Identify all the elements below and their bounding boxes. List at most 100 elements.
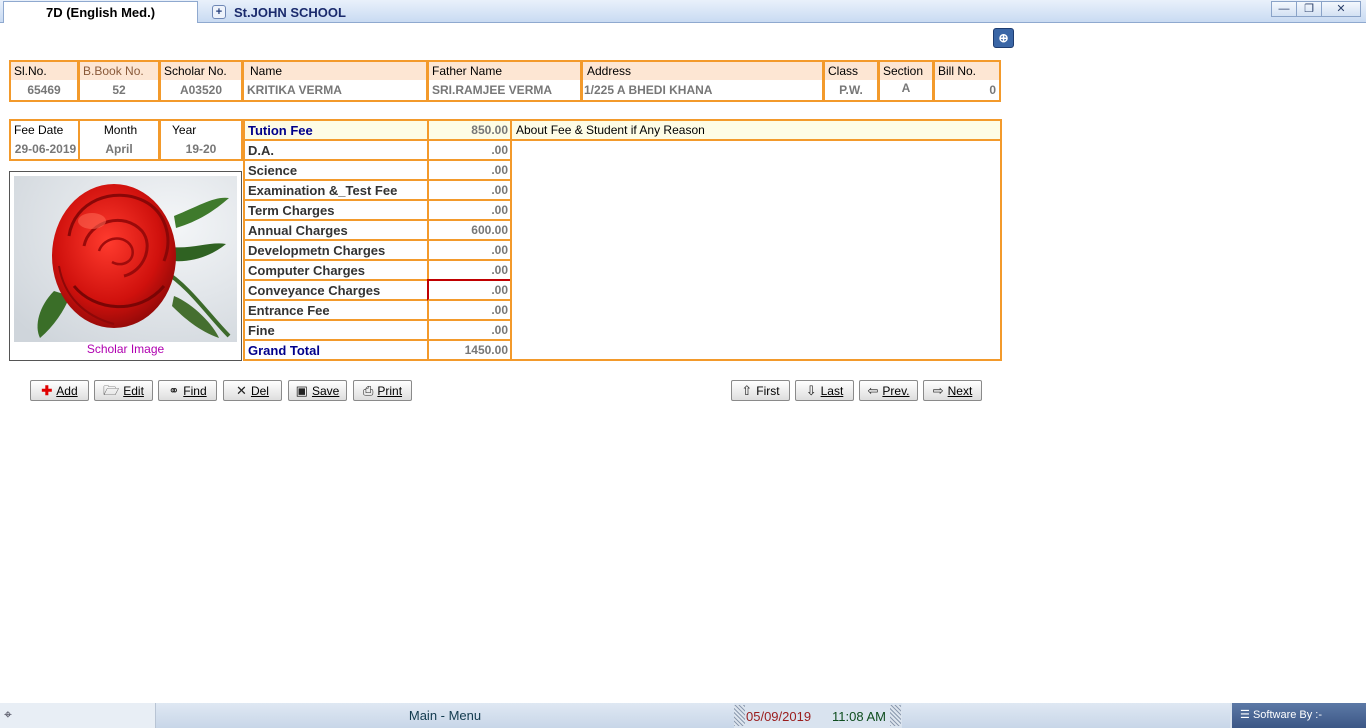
folder-open-icon: 🗁	[103, 383, 120, 398]
arrow-down-icon: ⇩	[805, 383, 817, 398]
rose-photo	[14, 176, 237, 342]
arrow-left-icon: ⇦	[867, 383, 879, 398]
menu-lines-icon: ☰	[1240, 709, 1250, 721]
edit-button[interactable]: 🗁 Edit	[94, 380, 153, 401]
scholar-image-caption: Scholar Image	[86, 342, 165, 356]
fee-label-development-charges: Developmetn Charges	[243, 241, 429, 261]
name-field[interactable]: Name KRITIKA VERMA	[242, 60, 428, 102]
fee-value-examination-test-fee[interactable]: .00	[427, 181, 512, 201]
fee-date-field[interactable]: Fee Date 29-06-2019	[9, 119, 80, 161]
close-button[interactable]: ✕	[1321, 1, 1361, 17]
year-value: 19-20	[185, 142, 217, 156]
tab-7d-english-med[interactable]: 7D (English Med.)	[3, 1, 198, 23]
sl-no-field[interactable]: Sl.No. 65469	[9, 60, 79, 102]
bbook-no-label: B.Book No.	[80, 62, 158, 80]
fee-label-da: D.A.	[243, 141, 429, 161]
crosshair-icon[interactable]: ⌖	[0, 703, 156, 728]
scholar-no-label: Scholar No.	[161, 62, 241, 80]
info-icon[interactable]: ⊕	[993, 28, 1014, 48]
month-label: Month	[80, 121, 158, 139]
fee-label-tution-fee: Tution Fee	[243, 119, 429, 141]
sl-no-value: 65469	[27, 83, 61, 97]
fee-value-conveyance-charges[interactable]: .00	[427, 279, 512, 301]
fee-label-fine: Fine	[243, 321, 429, 341]
last-record-button[interactable]: ⇩ Last	[795, 380, 854, 401]
status-time: 11:08 AM	[832, 709, 886, 724]
scholar-image-box[interactable]: Scholar Image	[9, 171, 242, 361]
father-name-value: SRI.RAMJEE VERMA	[432, 83, 553, 97]
fee-label-examination-test-fee: Examination &_Test Fee	[243, 181, 429, 201]
main-menu-button[interactable]: Main - Menu	[156, 703, 734, 728]
arrow-up-icon: ⇧	[741, 383, 753, 398]
bill-no-field[interactable]: Bill No. 0	[933, 60, 1001, 102]
next-record-button[interactable]: ⇨ Next	[923, 380, 982, 401]
tab-bar: 7D (English Med.) + St.JOHN SCHOOL — ❐ ✕	[0, 0, 1366, 23]
address-value: 1/225 A BHEDI KHANA	[584, 83, 713, 97]
fee-value-term-charges[interactable]: .00	[427, 201, 512, 221]
printer-icon: ⎙	[362, 383, 374, 398]
arrow-right-icon: ⇨	[932, 383, 944, 398]
bbook-no-field[interactable]: B.Book No. 52	[78, 60, 160, 102]
section-value: A	[901, 81, 911, 95]
fee-date-value: 29-06-2019	[14, 142, 77, 156]
first-record-button[interactable]: ⇧ First	[731, 380, 790, 401]
scholar-no-field[interactable]: Scholar No. A03520	[159, 60, 243, 102]
fee-value-entrance-fee[interactable]: .00	[427, 301, 512, 321]
x-icon: ✕	[236, 383, 247, 398]
fee-label-grand-total: Grand Total	[243, 341, 429, 361]
save-button[interactable]: ▣ Save	[288, 380, 347, 401]
fee-value-da[interactable]: .00	[427, 141, 512, 161]
fee-label-conveyance-charges: Conveyance Charges	[243, 281, 429, 301]
print-button[interactable]: ⎙ Print	[353, 380, 412, 401]
class-label: Class	[825, 62, 877, 80]
status-date: 05/09/2019	[746, 709, 812, 724]
fee-value-grand-total: 1450.00	[427, 341, 512, 361]
father-name-label: Father Name	[429, 62, 580, 80]
bbook-no-value: 52	[112, 83, 126, 97]
scholar-no-value: A03520	[179, 83, 223, 97]
status-separator	[734, 705, 745, 726]
fee-label-term-charges: Term Charges	[243, 201, 429, 221]
software-by-label: Software By :-	[1252, 709, 1323, 721]
class-field[interactable]: Class P.W.	[823, 60, 879, 102]
remarks-textarea[interactable]: About Fee & Student if Any Reason	[510, 119, 1002, 361]
status-separator	[890, 705, 901, 726]
previous-record-button[interactable]: ⇦ Prev.	[859, 380, 918, 401]
father-name-field[interactable]: Father Name SRI.RAMJEE VERMA	[427, 60, 582, 102]
delete-button[interactable]: ✕ Del	[223, 380, 282, 401]
floppy-disk-icon: ▣	[295, 383, 308, 398]
rose-image	[14, 176, 237, 342]
fee-value-fine[interactable]: .00	[427, 321, 512, 341]
bill-no-value: 0	[989, 83, 996, 97]
name-value: KRITIKA VERMA	[247, 83, 342, 97]
fee-value-annual-charges[interactable]: 600.00	[427, 221, 512, 241]
fee-value-development-charges[interactable]: .00	[427, 241, 512, 261]
month-field[interactable]: Month April	[78, 119, 160, 161]
section-field[interactable]: Section A	[878, 60, 934, 102]
fee-value-computer-charges[interactable]: .00	[427, 261, 512, 281]
fee-value-tution-fee[interactable]: 850.00	[427, 119, 512, 141]
address-field[interactable]: Address 1/225 A BHEDI KHANA	[581, 60, 824, 102]
tab-st-john-school[interactable]: + St.JOHN SCHOOL	[204, 1, 384, 23]
add-button[interactable]: ✚ Add	[30, 380, 89, 401]
fee-label-entrance-fee: Entrance Fee	[243, 301, 429, 321]
fee-value-science[interactable]: .00	[427, 161, 512, 181]
find-button[interactable]: ⚭ Find	[158, 380, 217, 401]
tab-label: St.JOHN SCHOOL	[234, 4, 346, 20]
plus-icon: +	[212, 5, 226, 19]
month-value: April	[105, 142, 133, 156]
tab-label: 7D (English Med.)	[45, 5, 156, 20]
class-value: P.W.	[839, 83, 863, 97]
name-label: Name	[244, 62, 426, 80]
year-field[interactable]: Year 19-20	[159, 119, 243, 161]
restore-button[interactable]: ❐	[1296, 1, 1322, 17]
remarks-label: About Fee & Student if Any Reason	[512, 121, 1000, 141]
software-by-panel[interactable]: ☰ Software By :-	[1232, 703, 1366, 728]
sl-no-label: Sl.No.	[11, 62, 77, 80]
plus-icon: ✚	[41, 383, 53, 398]
status-panel	[902, 703, 1230, 728]
address-label: Address	[583, 62, 822, 80]
fee-label-science: Science	[243, 161, 429, 181]
minimize-button[interactable]: —	[1271, 1, 1297, 17]
year-label: Year	[161, 121, 241, 139]
